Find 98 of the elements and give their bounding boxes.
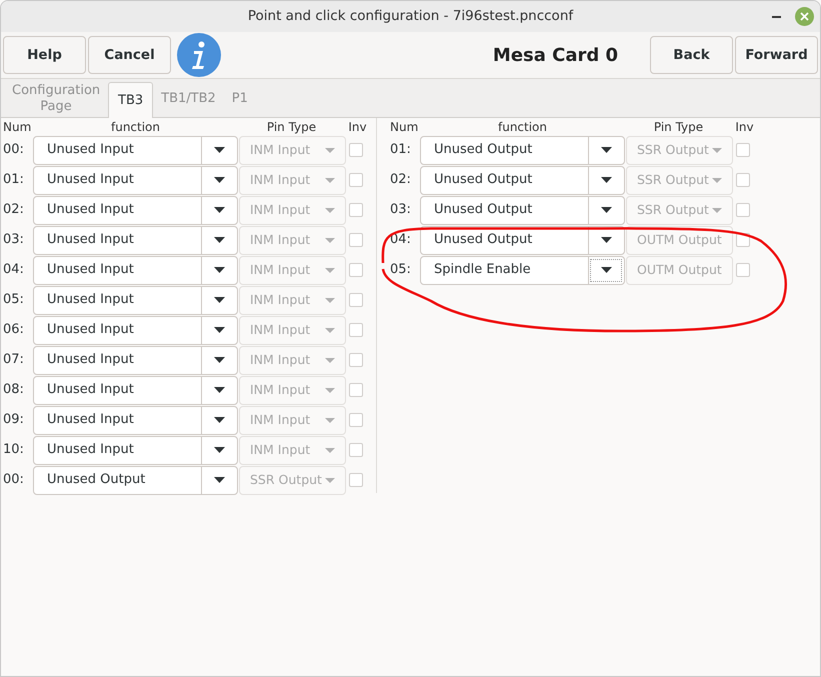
caret-icon <box>325 388 335 392</box>
function-dropdown[interactable]: Unused Input <box>33 346 238 374</box>
function-dropdown[interactable]: Unused Input <box>33 136 238 164</box>
function-dropdown[interactable]: Unused Output <box>420 166 625 194</box>
caret-icon <box>214 327 225 333</box>
invert-checkbox[interactable] <box>349 323 363 337</box>
invert-checkbox[interactable] <box>349 203 363 217</box>
function-dropdown[interactable]: Unused Output <box>33 466 238 494</box>
caret-icon <box>601 237 612 243</box>
pin-number: 05: <box>390 261 412 280</box>
pin-number: 01: <box>3 171 25 190</box>
caret-icon <box>712 148 722 152</box>
invert-checkbox[interactable] <box>349 443 363 457</box>
toolbar-button[interactable]: Cancel <box>88 36 171 74</box>
pin-number: 09: <box>3 411 25 430</box>
caret-icon <box>325 448 335 452</box>
caret-icon <box>325 298 335 302</box>
column-header: Pin Type <box>652 118 704 136</box>
function-dropdown[interactable]: Unused Output <box>420 226 625 254</box>
invert-checkbox[interactable] <box>349 383 363 397</box>
invert-checkbox[interactable] <box>349 413 363 427</box>
pin-number: 03: <box>390 201 412 220</box>
tab[interactable]: TB3 <box>108 82 154 118</box>
caret-icon <box>601 177 612 183</box>
column-header: function <box>110 118 162 136</box>
caret-icon <box>325 328 335 332</box>
caret-icon <box>601 207 612 213</box>
invert-checkbox[interactable] <box>736 143 750 157</box>
caret-icon <box>214 447 225 453</box>
function-dropdown[interactable]: Unused Input <box>33 316 238 344</box>
invert-checkbox[interactable] <box>736 263 750 277</box>
pin-number: 00: <box>3 141 25 160</box>
caret-icon <box>325 478 335 482</box>
column-header: Pin Type <box>266 118 318 136</box>
pin-number: 06: <box>3 321 25 340</box>
caret-icon <box>601 267 612 273</box>
function-dropdown[interactable]: Spindle Enable <box>420 256 625 284</box>
function-dropdown[interactable]: Unused Input <box>33 256 238 284</box>
caret-icon <box>214 417 225 423</box>
invert-checkbox[interactable] <box>349 473 363 487</box>
function-dropdown[interactable]: Unused Input <box>33 286 238 314</box>
card-heading: Mesa Card 0 <box>492 44 618 68</box>
pin-number: 04: <box>3 261 25 280</box>
caret-icon <box>214 357 225 363</box>
caret-icon <box>214 297 225 303</box>
caret-icon <box>325 268 335 272</box>
function-dropdown[interactable]: Unused Input <box>33 406 238 434</box>
function-dropdown[interactable]: Unused Input <box>33 196 238 224</box>
function-dropdown[interactable]: Unused Input <box>33 166 238 194</box>
toolbar-button[interactable]: Back <box>650 36 733 74</box>
window-title: Point and click configuration - 7i96stest.pncconf <box>248 7 574 26</box>
invert-checkbox[interactable] <box>349 263 363 277</box>
caret-icon <box>214 267 225 273</box>
pin-number: 02: <box>3 201 25 220</box>
minimize-icon[interactable] <box>772 16 781 18</box>
pin-number: 05: <box>3 291 25 310</box>
caret-icon <box>325 208 335 212</box>
column-header: Inv <box>347 118 368 136</box>
invert-checkbox[interactable] <box>349 143 363 157</box>
caret-icon <box>325 178 335 182</box>
column-header: Num <box>390 118 420 136</box>
caret-icon <box>325 238 335 242</box>
invert-checkbox[interactable] <box>736 203 750 217</box>
close-icon[interactable] <box>795 7 814 26</box>
function-dropdown[interactable]: Unused Output <box>420 136 625 164</box>
pin-number: 03: <box>3 231 25 250</box>
pin-number: 10: <box>3 441 25 460</box>
caret-icon <box>325 418 335 422</box>
caret-icon <box>214 147 225 153</box>
column-header: Inv <box>734 118 755 136</box>
toolbar-button[interactable]: Help <box>3 36 86 74</box>
caret-icon <box>712 178 722 182</box>
caret-icon <box>214 177 225 183</box>
caret-icon <box>601 147 612 153</box>
caret-icon <box>712 208 722 212</box>
column-header: function <box>496 118 548 136</box>
column-header: Num <box>3 118 32 136</box>
invert-checkbox[interactable] <box>349 173 363 187</box>
caret-icon <box>325 148 335 152</box>
caret-icon <box>325 358 335 362</box>
invert-checkbox[interactable] <box>349 233 363 247</box>
pin-number: 02: <box>390 171 412 190</box>
function-dropdown[interactable]: Unused Input <box>33 376 238 404</box>
pin-number: 00: <box>3 471 25 490</box>
caret-icon <box>214 387 225 393</box>
invert-checkbox[interactable] <box>349 293 363 307</box>
invert-checkbox[interactable] <box>349 353 363 367</box>
invert-checkbox[interactable] <box>736 173 750 187</box>
caret-icon <box>214 477 225 483</box>
pin-number: 01: <box>390 141 412 160</box>
toolbar-button[interactable]: Forward <box>735 36 818 74</box>
function-dropdown[interactable]: Unused Output <box>420 196 625 224</box>
caret-icon <box>214 207 225 213</box>
function-dropdown[interactable]: Unused Input <box>33 436 238 464</box>
pin-number: 08: <box>3 381 25 400</box>
function-dropdown[interactable]: Unused Input <box>33 226 238 254</box>
pin-number: 07: <box>3 351 25 370</box>
caret-icon <box>214 237 225 243</box>
